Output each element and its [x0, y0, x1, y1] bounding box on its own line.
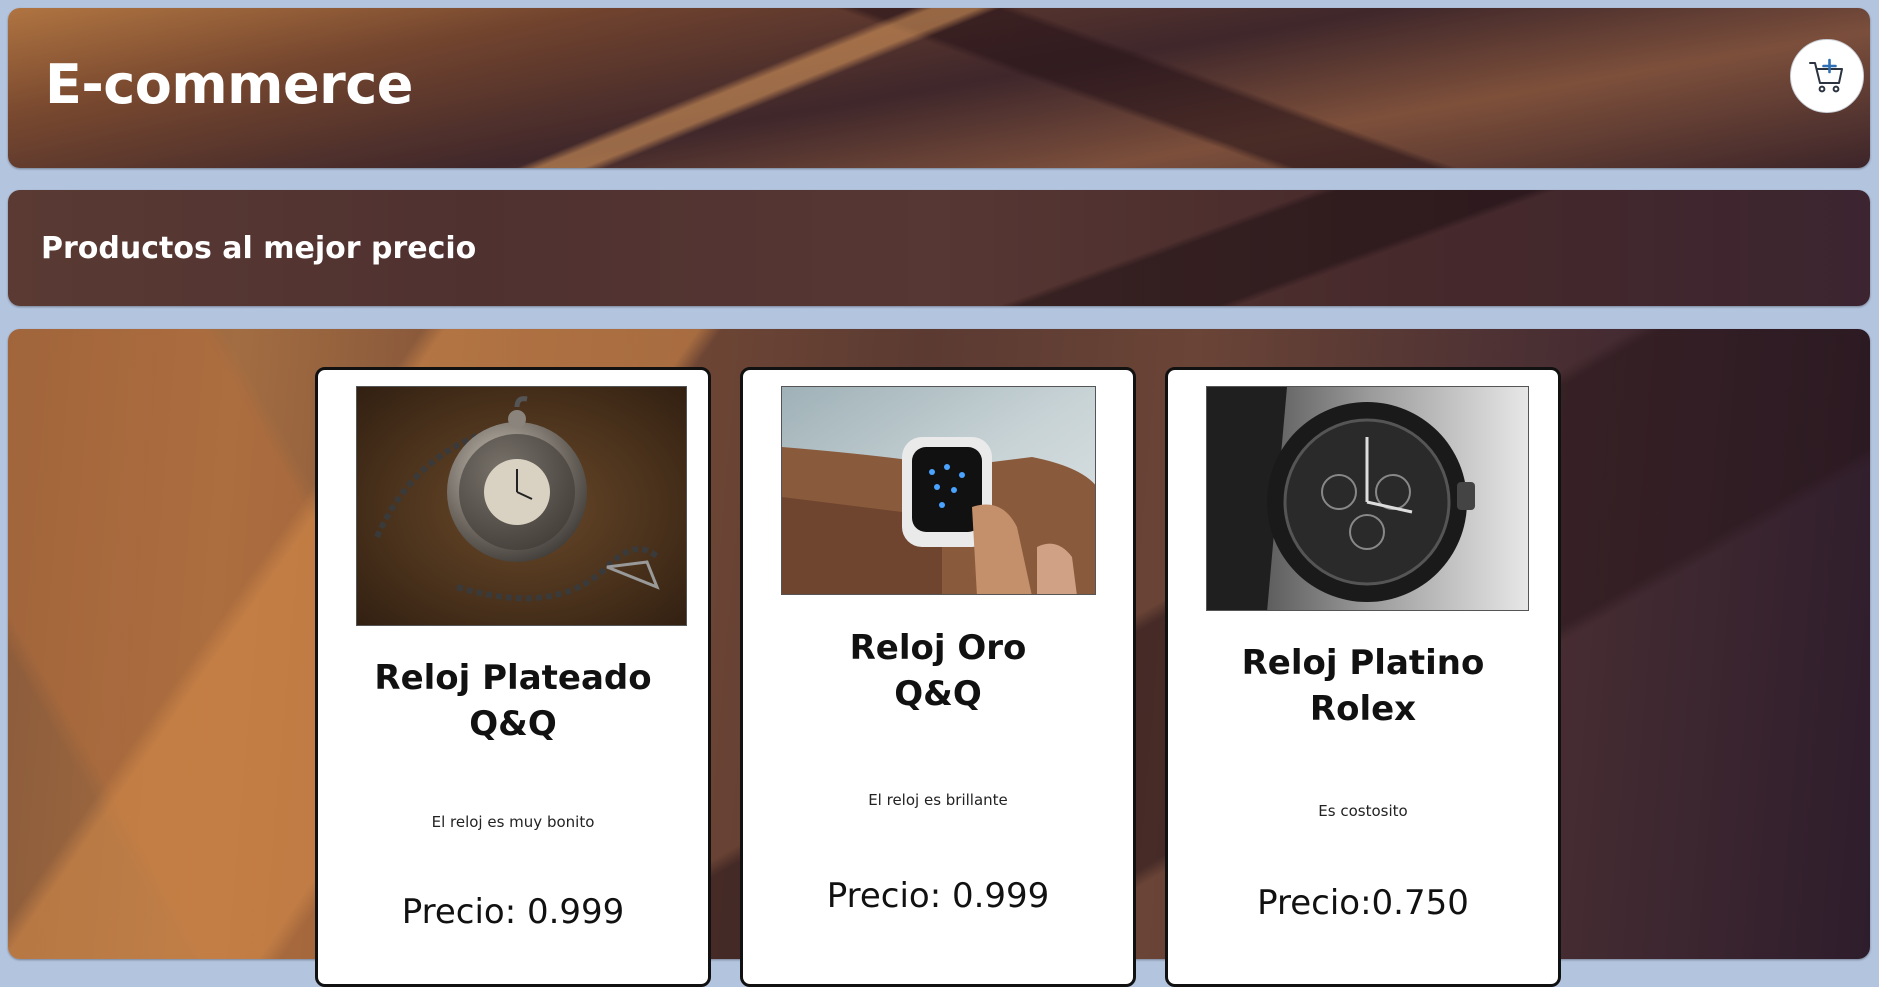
app-title: E-commerce: [45, 53, 413, 116]
product-description: El reloj es muy bonito: [431, 813, 595, 831]
subheader-banner: Productos al mejor precio: [8, 190, 1870, 306]
product-name: Reloj Oro Q&Q: [849, 628, 1027, 714]
header-banner: E-commerce: [8, 8, 1870, 168]
cart-add-icon: [1809, 58, 1843, 93]
product-price: Precio: 0.999: [401, 892, 625, 932]
pocket-watch-photo: [356, 386, 687, 626]
product-card[interactable]: Reloj Plateado Q&Q El reloj es muy bonit…: [315, 367, 711, 987]
product-name: Reloj Platino Rolex: [1241, 643, 1485, 729]
product-card[interactable]: Reloj Platino Rolex Es costosito Precio:…: [1165, 367, 1561, 987]
product-description: El reloj es brillante: [868, 791, 1008, 809]
product-price: Precio: 0.999: [826, 876, 1050, 916]
section-title: Productos al mejor precio: [41, 231, 477, 266]
product-price: Precio:0.750: [1257, 883, 1469, 923]
product-name: Reloj Plateado Q&Q: [374, 658, 652, 744]
product-description: Es costosito: [1318, 802, 1408, 820]
smartwatch-photo: [781, 386, 1096, 595]
cart-button[interactable]: [1790, 39, 1864, 113]
product-card[interactable]: Reloj Oro Q&Q El reloj es brillante Prec…: [740, 367, 1136, 987]
black-wristwatch-photo: [1206, 386, 1529, 611]
